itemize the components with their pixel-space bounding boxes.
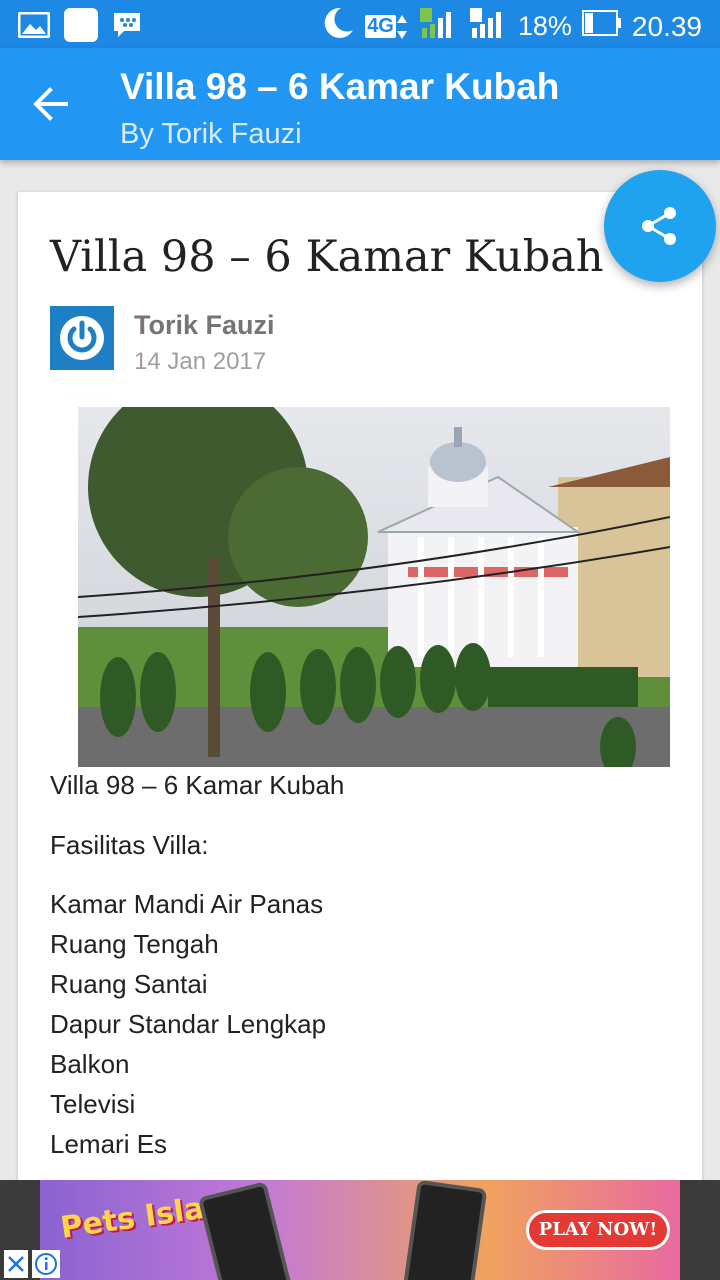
villa-photo <box>78 407 670 767</box>
do-not-disturb-moon-icon <box>321 6 355 47</box>
share-button[interactable] <box>604 170 716 282</box>
post-title: Villa 98 – 6 Kamar Kubah <box>50 232 604 282</box>
author-name[interactable]: Torik Fauzi <box>134 310 275 341</box>
gallery-notification-icon <box>17 11 51 43</box>
signal-sim1-icon <box>418 6 458 47</box>
post-card: Villa 98 – 6 Kamar Kubah Torik Fauzi 14 … <box>18 192 702 1192</box>
ad-close-button[interactable] <box>4 1250 28 1278</box>
share-icon <box>642 207 676 245</box>
ad-play-now-button[interactable]: PLAY NOW! <box>526 1210 670 1250</box>
ad-phone-image <box>197 1181 293 1280</box>
app-bar: Villa 98 – 6 Kamar Kubah By Torik Fauzi <box>0 48 720 160</box>
app-notification-icon <box>64 8 98 47</box>
ad-banner[interactable]: Pets Island PLAY NOW! <box>0 1180 720 1280</box>
list-item: Ruang Tengah <box>50 929 219 959</box>
battery-icon <box>581 10 622 43</box>
status-bar-notifications <box>17 8 142 47</box>
back-button[interactable] <box>30 84 74 124</box>
photo-caption: Villa 98 – 6 Kamar Kubah <box>50 770 345 800</box>
status-bar-system: 4G 18% 20.39 <box>321 6 702 47</box>
signal-sim2-icon <box>468 6 508 47</box>
close-icon <box>8 1256 24 1272</box>
ad-phone-image <box>402 1180 488 1280</box>
battery-percent: 18% <box>517 11 572 41</box>
info-icon <box>35 1253 57 1275</box>
network-label: 4G <box>365 15 396 38</box>
bbm-notification-icon <box>112 11 142 44</box>
list-item: Kamar Mandi Air Panas <box>50 889 324 919</box>
arrow-back-icon <box>33 87 68 121</box>
list-item: Balkon <box>50 1049 130 1079</box>
facilities-heading: Fasilitas Villa: <box>50 830 209 860</box>
network-4g-icon: 4G <box>365 13 408 41</box>
status-bar: 4G 18% 20.39 <box>0 0 720 48</box>
clock: 20.39 <box>631 10 702 42</box>
app-bar-title: Villa 98 – 6 Kamar Kubah <box>120 66 560 107</box>
list-item: Dapur Standar Lengkap <box>50 1009 327 1039</box>
list-item: Ruang Santai <box>50 969 208 999</box>
facilities-list: Kamar Mandi Air Panas Ruang Tengah Ruang… <box>50 884 326 1164</box>
ad-info-button[interactable] <box>32 1250 60 1278</box>
post-date: 14 Jan 2017 <box>134 348 267 375</box>
power-icon <box>60 316 104 360</box>
ad-creative[interactable]: Pets Island PLAY NOW! <box>40 1180 680 1280</box>
author-avatar[interactable] <box>50 306 114 370</box>
list-item: Lemari Es <box>50 1129 168 1159</box>
app-bar-subtitle: By Torik Fauzi <box>120 118 302 150</box>
list-item: Televisi <box>50 1089 136 1119</box>
